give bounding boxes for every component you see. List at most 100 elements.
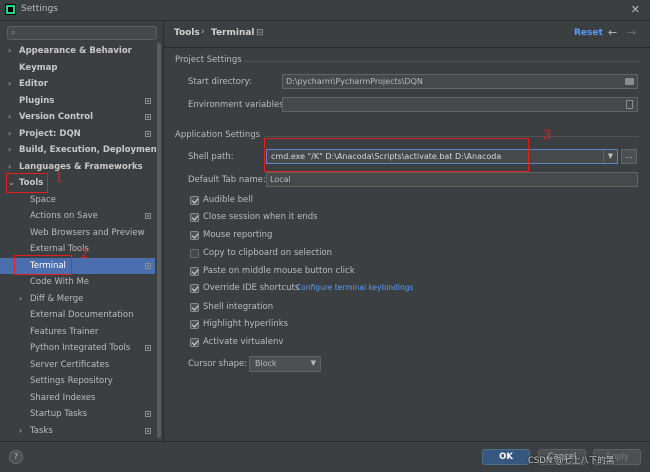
- sidebar-item-tasks[interactable]: › Tasks: [0, 423, 155, 440]
- checkbox-label: Shell integration: [203, 302, 274, 312]
- watermark: CSDN @七上八下的黑: [528, 456, 615, 466]
- checkbox-shell-integration[interactable]: [190, 303, 199, 312]
- checkbox-paste-on-middle-mouse-button-click[interactable]: [190, 267, 199, 276]
- checkbox-label: Audible bell: [203, 195, 253, 205]
- sidebar-item-diff-merge[interactable]: › Diff & Merge: [0, 291, 155, 308]
- sidebar-item-external-documentation[interactable]: External Documentation: [0, 307, 155, 324]
- window-title: Settings: [21, 4, 58, 14]
- sidebar-item-label: Python Integrated Tools: [30, 343, 131, 353]
- checkbox-label: Highlight hyperlinks: [203, 319, 289, 329]
- sidebar-item-space[interactable]: Space: [0, 192, 155, 209]
- sidebar-item-label: Diff & Merge: [30, 293, 84, 304]
- environment-variables-label: Environment variables:: [188, 100, 287, 110]
- settings-search[interactable]: ⌕: [7, 26, 157, 40]
- sidebar-item-label: Code With Me: [30, 277, 90, 287]
- folder-icon[interactable]: [625, 78, 634, 85]
- sidebar-item-build-execution-deployment[interactable]: › Build, Execution, Deployment: [0, 142, 161, 159]
- sidebar-item-label: Tasks: [30, 425, 53, 436]
- project-level-icon: [145, 345, 151, 351]
- checkbox-mouse-reporting[interactable]: [190, 231, 199, 240]
- scrollbar-thumb[interactable]: [157, 43, 161, 438]
- annotation-number-2: 2: [80, 247, 89, 262]
- checkbox-activate-virtualenv[interactable]: [190, 338, 199, 347]
- application-settings-title: Application Settings: [175, 130, 261, 140]
- sidebar-item-label: External Documentation: [30, 310, 134, 320]
- start-directory-field[interactable]: D:\pycharm\PycharmProjects\DQN: [282, 74, 638, 89]
- checkbox-copy-to-clipboard-on-selection[interactable]: [190, 249, 199, 258]
- sidebar-item-appearance-behavior[interactable]: › Appearance & Behavior: [0, 43, 155, 60]
- default-tab-name-label: Default Tab name:: [188, 175, 266, 185]
- project-level-icon: [145, 427, 151, 434]
- chevron-down-icon[interactable]: ▼: [603, 150, 617, 163]
- configure-keybindings-link[interactable]: Configure terminal keybindings: [296, 283, 413, 292]
- edit-variables-icon[interactable]: [626, 100, 633, 109]
- sidebar-scrollbar[interactable]: [157, 43, 161, 438]
- start-directory-label: Start directory:: [188, 77, 252, 87]
- close-icon[interactable]: ✕: [631, 3, 640, 16]
- sidebar-item-label: Space: [30, 194, 56, 205]
- checkbox-label: Mouse reporting: [203, 230, 273, 240]
- sidebar-item-python-integrated-tools[interactable]: Python Integrated Tools: [0, 340, 155, 357]
- sidebar-item-actions-on-save[interactable]: Actions on Save: [0, 208, 155, 225]
- sidebar-item-code-with-me[interactable]: Code With Me: [0, 274, 155, 291]
- checkbox-override-ide-shortcuts[interactable]: [190, 284, 199, 293]
- sidebar-item-shared-indexes[interactable]: Shared Indexes: [0, 390, 155, 407]
- sidebar-item-label: Settings Repository: [30, 376, 113, 386]
- search-input[interactable]: [21, 27, 151, 39]
- dialog-footer: ? OK Cancel Apply CSDN @七上八下的黑: [0, 441, 650, 472]
- sidebar-item-web-browsers-and-preview[interactable]: Web Browsers and Preview: [0, 225, 155, 242]
- sidebar-item-startup-tasks[interactable]: Startup Tasks: [0, 406, 155, 423]
- chevron-right-icon[interactable]: ›: [8, 76, 11, 93]
- sidebar-item-label: Editor: [19, 79, 48, 89]
- sidebar-item-label: Project: DQN: [19, 128, 81, 139]
- breadcrumb-separator: ›: [201, 27, 205, 37]
- browse-button[interactable]: ...: [621, 149, 637, 164]
- sidebar-item-version-control[interactable]: › Version Control: [0, 109, 155, 126]
- checkbox-audible-bell[interactable]: [190, 196, 199, 205]
- forward-arrow-icon[interactable]: →: [627, 26, 636, 39]
- breadcrumb-tools[interactable]: Tools: [174, 28, 200, 38]
- chevron-right-icon[interactable]: ›: [8, 43, 11, 60]
- sidebar-item-project-dqn[interactable]: › Project: DQN: [0, 126, 155, 143]
- cursor-shape-value: Block: [255, 359, 277, 368]
- checkbox-highlight-hyperlinks[interactable]: [190, 320, 199, 329]
- annotation-box-shell-path: [264, 138, 529, 172]
- cursor-shape-select[interactable]: Block ▼: [249, 356, 321, 372]
- chevron-right-icon[interactable]: ›: [8, 142, 11, 159]
- sidebar-item-settings-repository[interactable]: Settings Repository: [0, 373, 155, 390]
- sidebar-item-label: Plugins: [19, 95, 55, 106]
- ok-button[interactable]: OK: [482, 449, 530, 465]
- settings-content: Tools › Terminal ⊟ Reset ← → Project Set…: [164, 21, 650, 441]
- chevron-right-icon[interactable]: ›: [8, 109, 11, 126]
- section-divider: [264, 136, 639, 137]
- chevron-right-icon[interactable]: ›: [19, 291, 22, 308]
- checkbox-label: Paste on middle mouse button click: [203, 266, 355, 276]
- title-bar: Settings ✕: [0, 0, 650, 21]
- search-icon: ⌕: [11, 28, 16, 37]
- default-tab-name-field[interactable]: Local: [266, 172, 638, 187]
- chevron-right-icon[interactable]: ›: [8, 126, 11, 143]
- project-level-icon: [145, 97, 151, 104]
- reset-link[interactable]: Reset: [574, 28, 603, 38]
- sidebar-item-label: Web Browsers and Preview: [30, 227, 145, 238]
- sidebar-item-label: Shared Indexes: [30, 392, 96, 403]
- sidebar-item-label: Appearance & Behavior: [19, 46, 132, 56]
- annotation-box-tools: [6, 173, 48, 193]
- sidebar-item-keymap[interactable]: Keymap: [0, 60, 155, 77]
- sidebar-item-label: Actions on Save: [30, 211, 98, 221]
- sidebar-item-label: Startup Tasks: [30, 409, 88, 419]
- environment-variables-field[interactable]: [282, 97, 638, 112]
- settings-tree: › Appearance & Behavior Keymap › Editor Plugi…: [0, 43, 161, 440]
- checkbox-close-session-when-it-ends[interactable]: [190, 213, 199, 222]
- project-level-icon: [145, 130, 151, 137]
- sidebar-item-label: Build, Execution, Deployment: [19, 145, 161, 155]
- sidebar-item-server-certificates[interactable]: Server Certificates: [0, 357, 155, 374]
- sidebar-item-plugins[interactable]: Plugins: [0, 93, 155, 110]
- help-button[interactable]: ?: [9, 450, 23, 464]
- sidebar-item-features-trainer[interactable]: Features Trainer: [0, 324, 155, 341]
- chevron-down-icon: ▼: [310, 359, 316, 367]
- project-level-icon: [145, 213, 151, 219]
- back-arrow-icon[interactable]: ←: [608, 26, 617, 39]
- chevron-right-icon[interactable]: ›: [19, 423, 22, 440]
- sidebar-item-editor[interactable]: › Editor: [0, 76, 155, 93]
